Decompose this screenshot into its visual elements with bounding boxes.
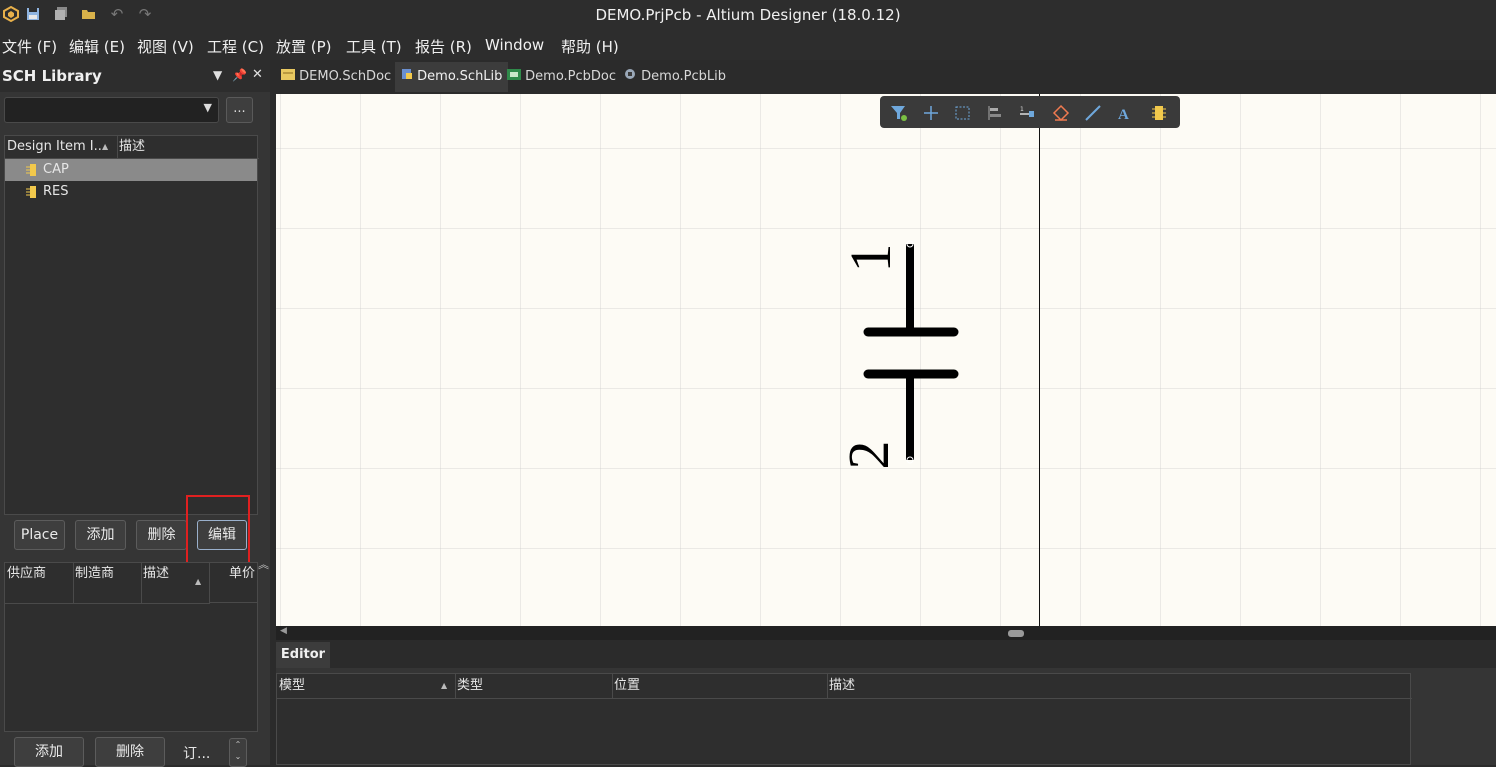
menu-project[interactable]: 工程 (C) xyxy=(207,36,264,57)
menu-file[interactable]: 文件 (F) xyxy=(2,36,57,57)
panel-menu-icon[interactable]: ▼ xyxy=(213,68,222,82)
scroll-left-icon[interactable]: ◀ xyxy=(280,626,287,636)
add-button[interactable]: 添加 xyxy=(75,520,126,550)
list-item-label: RES xyxy=(43,184,69,199)
pin-1-label: 1 xyxy=(838,243,903,273)
place-text-icon[interactable]: A xyxy=(1116,104,1134,122)
filter-more-button[interactable]: ... xyxy=(226,97,253,123)
column-type[interactable]: 类型 xyxy=(455,674,613,699)
schematic-canvas[interactable]: 1 2 1 A xyxy=(276,94,1496,626)
select-area-icon[interactable] xyxy=(954,104,972,122)
supplier-list: 供应商 制造商 描述 ▲ 单价 xyxy=(4,562,258,732)
move-icon[interactable] xyxy=(922,104,940,122)
collapse-icon[interactable]: ︽ xyxy=(258,556,269,572)
library-filter-select[interactable]: ▼ xyxy=(4,97,219,123)
list-item[interactable]: RES xyxy=(5,181,257,203)
menu-bar: 文件 (F) 编辑 (E) 视图 (V) 工程 (C) 放置 (P) 工具 (T… xyxy=(0,30,1496,60)
chevron-down-icon: ▼ xyxy=(203,101,212,114)
menu-edit[interactable]: 编辑 (E) xyxy=(69,36,125,57)
delete-button[interactable]: 删除 xyxy=(136,520,187,550)
menu-view[interactable]: 视图 (V) xyxy=(137,36,194,57)
close-icon[interactable]: ✕ xyxy=(252,67,263,82)
tab-demo-pcbdoc[interactable]: Demo.PcbDoc xyxy=(501,62,622,92)
pcbdoc-icon xyxy=(507,69,521,84)
menu-reports[interactable]: 报告 (R) xyxy=(415,36,472,57)
schlib-icon xyxy=(401,69,413,84)
place-pin-icon[interactable]: 1 xyxy=(1018,104,1036,122)
column-description[interactable]: 描述 xyxy=(827,674,1412,699)
editor-tab[interactable]: Editor xyxy=(276,642,330,668)
place-part-icon[interactable] xyxy=(1150,104,1168,122)
panel-title: SCH Library xyxy=(2,67,102,85)
model-table: 模型 ▲ 类型 位置 描述 xyxy=(276,673,1412,765)
tab-demo-schlib[interactable]: Demo.SchLib xyxy=(395,62,509,92)
filter-icon[interactable] xyxy=(890,104,908,122)
column-location[interactable]: 位置 xyxy=(612,674,828,699)
active-bar: 1 A xyxy=(880,96,1180,128)
sort-up-icon: ▲ xyxy=(441,681,448,690)
design-items-list: Design Item I... ▲ 描述 CAP RES xyxy=(4,135,259,515)
column-design-item-id[interactable]: Design Item I... ▲ xyxy=(5,136,118,159)
supplier-add-button[interactable]: 添加 xyxy=(14,737,84,767)
list-item[interactable]: CAP xyxy=(5,159,257,181)
spinner-icon[interactable]: ⌃ ⌄ xyxy=(229,738,247,767)
schdoc-icon xyxy=(281,69,295,84)
pin-2-label: 2 xyxy=(836,440,901,470)
column-unit-price[interactable]: 单价 xyxy=(209,563,257,603)
scroll-thumb[interactable] xyxy=(1008,630,1024,637)
column-supplier[interactable]: 供应商 xyxy=(5,563,74,604)
pin-icon[interactable]: 📌 xyxy=(232,68,247,82)
window-title: DEMO.PrjPcb - Altium Designer (18.0.12) xyxy=(595,6,901,24)
order-label[interactable]: 订... xyxy=(183,743,210,763)
align-left-icon[interactable] xyxy=(986,104,1004,122)
menu-tools[interactable]: 工具 (T) xyxy=(346,36,402,57)
component-icon xyxy=(26,185,40,207)
menu-window[interactable]: Window xyxy=(485,36,544,54)
title-bar: ↶ ↷ DEMO.PrjPcb - Altium Designer (18.0.… xyxy=(0,0,1496,30)
svg-text:1: 1 xyxy=(1020,106,1024,113)
place-line-icon[interactable] xyxy=(1084,104,1102,122)
highlight-box xyxy=(186,495,250,569)
supplier-delete-button[interactable]: 删除 xyxy=(95,737,165,767)
column-manufacturer[interactable]: 制造商 xyxy=(73,563,142,604)
sort-up-icon: ▲ xyxy=(195,577,202,586)
place-polygon-icon[interactable] xyxy=(1052,104,1070,122)
menu-help[interactable]: 帮助 (H) xyxy=(561,36,619,57)
document-tabs: DEMO.SchDoc Demo.SchLib Demo.PcbDoc Demo… xyxy=(275,60,1496,94)
svg-text:A: A xyxy=(1118,107,1129,122)
editor-panel: 模型 ▲ 类型 位置 描述 xyxy=(276,668,1496,765)
column-description[interactable]: 描述 xyxy=(117,136,259,159)
place-button[interactable]: Place xyxy=(14,520,65,550)
list-item-label: CAP xyxy=(43,162,69,177)
horizontal-scrollbar[interactable]: ◀ xyxy=(276,626,1496,640)
tab-demo-pcblib[interactable]: Demo.PcbLib xyxy=(618,62,732,92)
sort-up-icon: ▲ xyxy=(102,142,109,151)
panel-header: SCH Library ▼ 📌 ✕ xyxy=(0,60,270,92)
column-model[interactable]: 模型 ▲ xyxy=(277,674,456,699)
origin-axis-line xyxy=(1039,94,1040,626)
column-description[interactable]: 描述 ▲ xyxy=(141,563,210,604)
tab-demo-schdoc[interactable]: DEMO.SchDoc xyxy=(275,62,397,92)
menu-place[interactable]: 放置 (P) xyxy=(276,36,332,57)
pcblib-icon xyxy=(624,69,637,84)
